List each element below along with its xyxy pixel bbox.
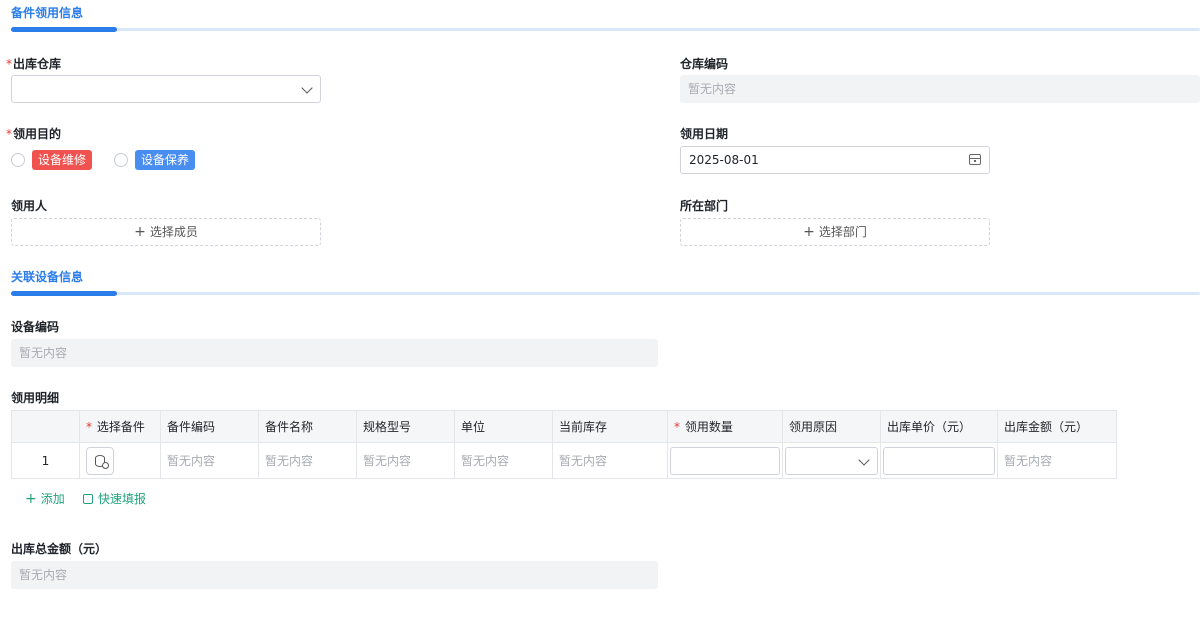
warehouse-select[interactable] — [11, 75, 321, 103]
cell-part-code: 暂无内容 — [160, 442, 259, 479]
warehouse-code-value: 暂无内容 — [680, 75, 1200, 103]
col-header-select-part: * 选择备件 — [79, 410, 161, 443]
col-header-unit-price: 出库单价（元） — [880, 410, 998, 443]
cell-stock: 暂无内容 — [552, 442, 668, 479]
row-index: 1 — [11, 442, 80, 479]
quantity-input[interactable] — [670, 446, 780, 475]
required-mark: * — [6, 57, 12, 71]
cell-quantity — [667, 442, 783, 479]
table-row: 1 暂无内容 暂无内容 暂无内容 暂无内容 暂无内容 暂无内容 — [11, 442, 1117, 479]
cell-select-part — [79, 442, 161, 479]
col-header-amount: 出库金额（元） — [997, 410, 1117, 443]
purpose-label: *领用目的 — [6, 125, 61, 142]
unit-price-input[interactable] — [883, 446, 995, 475]
details-label: 领用明细 — [11, 391, 60, 405]
quick-fill-button[interactable]: 快速填报 — [83, 490, 146, 507]
col-header-index — [11, 410, 80, 443]
plus-icon: + — [25, 491, 37, 507]
col-header-text: 领用数量 — [684, 420, 733, 434]
col-header-part-code: 备件编码 — [160, 410, 259, 443]
recipient-label: 领用人 — [11, 199, 48, 213]
plus-icon: + — [134, 224, 146, 240]
add-row-button[interactable]: + 添加 — [25, 490, 65, 507]
cell-part-name: 暂无内容 — [258, 442, 357, 479]
select-department-label: 选择部门 — [818, 225, 867, 239]
equipment-code-value: 暂无内容 — [11, 339, 658, 367]
quick-fill-label: 快速填报 — [98, 492, 147, 506]
select-department-button[interactable]: + 选择部门 — [680, 218, 990, 246]
total-amount-label: 出库总金额（元） — [11, 542, 108, 556]
department-label: 所在部门 — [680, 199, 729, 213]
quick-fill-icon — [83, 494, 93, 504]
select-part-button[interactable] — [86, 446, 114, 475]
col-header-part-name: 备件名称 — [258, 410, 357, 443]
section-divider — [11, 27, 1200, 32]
section-divider-accent — [11, 27, 117, 32]
date-label: 领用日期 — [680, 127, 729, 141]
cell-spec: 暂无内容 — [356, 442, 455, 479]
section-title-equipment: 关联设备信息 — [11, 270, 84, 284]
col-header-spec: 规格型号 — [356, 410, 455, 443]
required-mark: * — [86, 420, 92, 434]
col-header-reason: 领用原因 — [782, 410, 881, 443]
calendar-icon — [969, 154, 981, 165]
cell-unit: 暂无内容 — [454, 442, 553, 479]
date-input-value: 2025-08-01 — [689, 153, 759, 167]
chevron-down-icon — [858, 453, 870, 466]
purpose-option-maintenance[interactable]: 设备保养 — [135, 150, 196, 170]
col-header-text: 选择备件 — [96, 420, 145, 434]
col-header-quantity: * 领用数量 — [667, 410, 783, 443]
cell-amount: 暂无内容 — [997, 442, 1117, 479]
select-member-button[interactable]: + 选择成员 — [11, 218, 321, 246]
reason-select[interactable] — [785, 446, 878, 475]
col-header-unit: 单位 — [454, 410, 553, 443]
warehouse-label: *出库仓库 — [6, 55, 61, 72]
section-title-parts-usage: 备件领用信息 — [11, 6, 84, 20]
section-divider — [11, 291, 1200, 296]
chevron-down-icon — [301, 82, 313, 94]
database-search-icon — [95, 454, 109, 469]
section-divider-accent — [11, 291, 117, 296]
total-amount-value: 暂无内容 — [11, 561, 658, 589]
required-mark: * — [6, 127, 12, 141]
purpose-label-text: 领用目的 — [13, 127, 62, 141]
date-input[interactable]: 2025-08-01 — [680, 146, 990, 174]
radio-maintenance[interactable] — [114, 153, 128, 167]
details-table: * 选择备件 备件编码 备件名称 规格型号 单位 当前库存 * 领用数量 领用原… — [11, 410, 1117, 479]
equipment-code-label: 设备编码 — [11, 320, 60, 334]
col-header-stock: 当前库存 — [552, 410, 668, 443]
warehouse-label-text: 出库仓库 — [13, 57, 62, 71]
table-header-row: * 选择备件 备件编码 备件名称 规格型号 单位 当前库存 * 领用数量 领用原… — [11, 410, 1117, 443]
select-member-label: 选择成员 — [149, 225, 198, 239]
add-row-label: 添加 — [40, 492, 65, 506]
purpose-option-repair[interactable]: 设备维修 — [32, 150, 93, 170]
warehouse-code-label: 仓库编码 — [680, 57, 729, 71]
plus-icon: + — [803, 224, 815, 240]
cell-unit-price — [880, 442, 998, 479]
required-mark: * — [674, 420, 680, 434]
cell-reason — [782, 442, 881, 479]
radio-repair[interactable] — [11, 153, 25, 167]
